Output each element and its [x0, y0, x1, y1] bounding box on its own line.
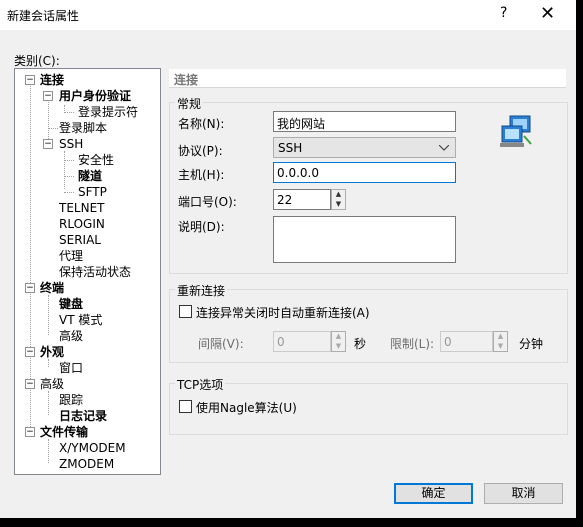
tree-item-zmodem[interactable]: ZMODEM [59, 457, 114, 471]
dialog-title: 新建会话属性 [7, 9, 80, 23]
collapse-ssh-icon[interactable]: − [43, 139, 53, 149]
help-button[interactable]: ? [500, 5, 507, 21]
interval-unit: 秒 [354, 337, 367, 351]
category-tree[interactable]: − 连接 − 用户身份验证 登录提示符 登录脚本 − SSH 安全性 隧道 SF… [14, 68, 161, 475]
tree-item-advanced[interactable]: 高级 [40, 377, 64, 391]
tree-item-proxy[interactable]: 代理 [59, 249, 83, 263]
tree-item-terminal-advanced[interactable]: 高级 [59, 329, 83, 343]
limit-field[interactable]: 0 [440, 331, 493, 352]
spin-down-icon[interactable]: ▼ [332, 200, 345, 210]
tree-item-rlogin[interactable]: RLOGIN [59, 217, 105, 231]
title-bar: 新建会话属性 ? ✕ [0, 0, 576, 30]
name-field[interactable]: 我的网站 [273, 111, 456, 132]
tree-item-auth[interactable]: 用户身份验证 [59, 89, 131, 103]
tree-item-connection[interactable]: 连接 [40, 73, 64, 87]
tree-item-serial[interactable]: SERIAL [59, 233, 101, 247]
collapse-auth-icon[interactable]: − [43, 91, 53, 101]
section-header-title: 连接 [174, 73, 199, 87]
network-computers-icon [500, 115, 532, 147]
tree-item-security[interactable]: 安全性 [78, 153, 114, 167]
port-stepper[interactable]: ▲ ▼ [331, 189, 346, 210]
interval-field[interactable]: 0 [273, 331, 331, 352]
host-field[interactable]: 0.0.0.0 [273, 162, 456, 183]
category-label: 类别(C): [14, 54, 60, 68]
tree-item-ssh[interactable]: SSH [59, 137, 83, 151]
spin-down-icon[interactable]: ▼ [332, 342, 345, 352]
interval-stepper[interactable]: ▲ ▼ [331, 331, 346, 352]
tree-item-sftp[interactable]: SFTP [78, 185, 107, 199]
tcp-group-title: TCP选项 [175, 376, 226, 393]
host-label: 主机(H): [178, 168, 225, 182]
tree-item-telnet[interactable]: TELNET [59, 201, 105, 215]
limit-stepper[interactable]: ▲ ▼ [493, 331, 508, 352]
cancel-button[interactable]: 取消 [484, 483, 563, 504]
collapse-terminal-icon[interactable]: − [25, 283, 35, 293]
protocol-select[interactable]: SSH [273, 137, 456, 158]
auto-reconnect-checkbox[interactable] [179, 305, 192, 318]
collapse-advanced-icon[interactable]: − [25, 379, 35, 389]
tree-item-file-transfer[interactable]: 文件传输 [40, 425, 88, 439]
description-field[interactable] [273, 216, 456, 263]
ok-button[interactable]: 确定 [394, 483, 473, 504]
collapse-file-transfer-icon[interactable]: − [25, 427, 35, 437]
auto-reconnect-label[interactable]: 连接异常关闭时自动重新连接(A) [196, 304, 370, 321]
spin-up-icon[interactable]: ▲ [332, 332, 345, 342]
nagle-checkbox[interactable] [179, 400, 192, 413]
session-properties-dialog: 新建会话属性 ? ✕ 类别(C): − 连接 − 用户身份验证 登录提示符 登录… [0, 0, 576, 518]
chevron-down-icon [439, 145, 449, 151]
collapse-connection-icon[interactable]: − [25, 75, 35, 85]
collapse-appearance-icon[interactable]: − [25, 347, 35, 357]
reconnect-group-title: 重新连接 [175, 282, 228, 299]
limit-label: 限制(L): [390, 337, 435, 351]
description-label: 说明(D): [178, 220, 225, 234]
tree-item-xymodem[interactable]: X/YMODEM [59, 441, 126, 455]
tree-item-tunnel[interactable]: 隧道 [78, 169, 102, 183]
spin-up-icon[interactable]: ▲ [494, 332, 507, 342]
name-label: 名称(N): [178, 117, 225, 131]
nagle-label[interactable]: 使用Nagle算法(U) [196, 399, 297, 416]
tree-item-terminal[interactable]: 终端 [40, 281, 64, 295]
spin-down-icon[interactable]: ▼ [494, 342, 507, 352]
tree-item-vt-mode[interactable]: VT 模式 [59, 313, 102, 327]
general-group-title: 常规 [175, 95, 204, 112]
interval-label: 间隔(V): [198, 337, 244, 351]
limit-unit: 分钟 [519, 337, 544, 351]
tree-item-login-prompt[interactable]: 登录提示符 [78, 105, 138, 119]
port-label: 端口号(O): [178, 195, 237, 209]
tree-item-login-script[interactable]: 登录脚本 [59, 121, 107, 135]
tree-item-window[interactable]: 窗口 [59, 361, 83, 375]
protocol-value: SSH [278, 141, 303, 155]
tree-item-keyboard[interactable]: 键盘 [59, 297, 83, 311]
tree-item-appearance[interactable]: 外观 [40, 345, 64, 359]
port-field[interactable]: 22 [273, 189, 331, 210]
section-header: 连接 [169, 69, 566, 88]
tree-item-keepalive[interactable]: 保持活动状态 [59, 265, 131, 279]
close-button[interactable]: ✕ [540, 3, 555, 24]
tree-item-logging[interactable]: 日志记录 [59, 409, 107, 423]
spin-up-icon[interactable]: ▲ [332, 190, 345, 200]
tree-item-trace[interactable]: 跟踪 [59, 393, 83, 407]
protocol-label: 协议(P): [178, 144, 223, 158]
